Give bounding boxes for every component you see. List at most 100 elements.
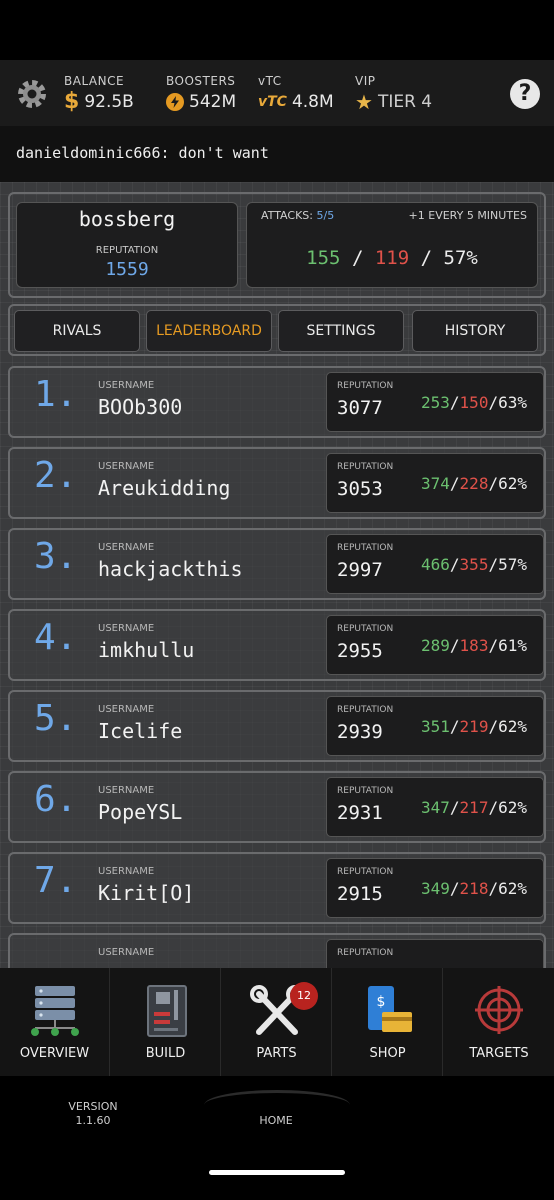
username: imkhullu (98, 638, 195, 662)
nav-build-label: BUILD (145, 1046, 186, 1061)
reputation-box: REPUTATION 2955 289/183/61% (326, 615, 544, 675)
leaderboard-row[interactable]: 7. USERNAME Kirit[O] REPUTATION 2915 349… (8, 852, 546, 924)
ratio: 62% (498, 879, 527, 898)
rank-number: 1. (34, 374, 78, 415)
parts-count-badge: 12 (290, 982, 318, 1010)
attacks-regen: +1 EVERY 5 MINUTES (408, 209, 527, 222)
reputation-label: REPUTATION (337, 867, 394, 877)
rank-number: 5. (34, 698, 78, 739)
nav-shop[interactable]: $ SHOP (333, 968, 443, 1076)
leaderboard-row[interactable]: 6. USERNAME PopeYSL REPUTATION 2931 347/… (8, 771, 546, 843)
losses: 217 (459, 798, 489, 817)
nav-overview[interactable]: OVERVIEW (0, 968, 110, 1076)
reputation-box: REPUTATION 3053 374/228/62% (326, 453, 544, 513)
tab-bar: RIVALS LEADERBOARD SETTINGS HISTORY (8, 304, 546, 356)
nav-parts-label: PARTS (256, 1046, 297, 1061)
username-label: USERNAME (98, 866, 155, 877)
nav-build[interactable]: BUILD (111, 968, 221, 1076)
home-indicator[interactable] (209, 1170, 345, 1175)
balance-stat: BALANCE $ 92.5B (64, 74, 134, 114)
rank-number: 7. (34, 860, 78, 901)
leaderboard-row[interactable]: 1. USERNAME BOOb300 REPUTATION 3077 253/… (8, 366, 546, 438)
crosshair-icon (475, 986, 523, 1034)
shop-icon: $ (368, 986, 412, 1032)
rank-number: 2. (34, 455, 78, 496)
gear-icon[interactable] (14, 76, 50, 112)
ratio: 61% (498, 636, 527, 655)
reputation-label: REPUTATION (337, 624, 394, 634)
reputation-box: REPUTATION 2931 347/217/62% (326, 777, 544, 837)
losses: 150 (459, 393, 489, 412)
leaderboard-row[interactable]: 5. USERNAME Icelife REPUTATION 2939 351/… (8, 690, 546, 762)
leaderboard-row[interactable]: 3. USERNAME hackjackthis REPUTATION 2997… (8, 528, 546, 600)
message-text: danieldominic666: don't want (16, 144, 269, 162)
win-loss-stats: 253/150/63% (421, 393, 527, 412)
leaderboard-row[interactable]: 4. USERNAME imkhullu REPUTATION 2955 289… (8, 609, 546, 681)
username-label: USERNAME (98, 947, 155, 958)
username: Icelife (98, 719, 183, 743)
wins: 351 (421, 717, 450, 736)
reputation-value: 2939 (337, 721, 383, 743)
username-label: USERNAME (98, 542, 155, 553)
wins: 253 (421, 393, 450, 412)
win-loss-stats: 347/217/62% (421, 798, 527, 817)
tab-history[interactable]: HISTORY (412, 310, 538, 352)
leaderboard-row-partial[interactable]: USERNAME REPUTATION (8, 933, 546, 968)
version-label: VERSION (68, 1100, 118, 1113)
username: Kirit[O] (98, 881, 195, 905)
player-losses: 119 (374, 247, 410, 269)
player-card: bossberg REPUTATION 1559 (16, 202, 238, 288)
reputation-value: 2955 (337, 640, 383, 662)
player-ratio: 57% (443, 247, 478, 269)
reputation-box: REPUTATION 2997 466/355/57% (326, 534, 544, 594)
tab-leaderboard[interactable]: LEADERBOARD (146, 310, 272, 352)
ratio: 62% (498, 717, 527, 736)
message-ticker: danieldominic666: don't want (0, 126, 554, 182)
losses: 219 (459, 717, 489, 736)
svg-text:$: $ (377, 994, 386, 1010)
losses: 218 (459, 879, 489, 898)
player-wins: 155 (306, 247, 341, 269)
nav-targets[interactable]: TARGETS (444, 968, 554, 1076)
wins: 349 (421, 879, 450, 898)
reputation-box: REPUTATION 2939 351/219/62% (326, 696, 544, 756)
lightning-icon (166, 93, 184, 111)
balance-label: BALANCE (64, 74, 125, 88)
help-icon[interactable]: ? (510, 79, 540, 109)
vip-stat[interactable]: VIP ★ TIER 4 (355, 74, 432, 112)
vtc-icon: vTC (258, 94, 287, 110)
username: PopeYSL (98, 800, 183, 824)
status-bar: BALANCE $ 92.5B BOOSTERS 542M vTC vTC 4.… (0, 60, 554, 126)
attacks-label: ATTACKS: 5/5 (261, 209, 334, 222)
wins: 289 (421, 636, 450, 655)
tab-settings[interactable]: SETTINGS (278, 310, 404, 352)
attacks-card: ATTACKS: 5/5 +1 EVERY 5 MINUTES 155 / 11… (246, 202, 538, 288)
reputation-value: 2931 (337, 802, 383, 824)
player-reputation-label: REPUTATION (95, 245, 159, 256)
ratio: 57% (498, 555, 527, 574)
win-loss-stats: 351/219/62% (421, 717, 527, 736)
attacks-label-text: ATTACKS: (261, 209, 313, 222)
dollar-icon: $ (64, 89, 80, 114)
reputation-value: 3053 (337, 478, 383, 500)
win-loss-stats: 374/228/62% (421, 474, 527, 493)
losses: 228 (459, 474, 489, 493)
nav-parts[interactable]: 12 PARTS (222, 968, 332, 1076)
username: hackjackthis (98, 557, 243, 581)
vip-label: VIP (355, 74, 376, 88)
ratio: 62% (498, 474, 527, 493)
balance-value: 92.5B (84, 92, 134, 112)
bottom-nav: OVERVIEW BUILD 12 PARTS $ SHOP TARGETS (0, 968, 554, 1076)
nav-shop-label: SHOP (369, 1046, 406, 1061)
star-icon: ★ (355, 90, 373, 114)
attacks-count: 5/5 (316, 209, 335, 222)
home-label[interactable]: HOME (256, 1114, 296, 1127)
player-name: bossberg (78, 207, 176, 231)
win-loss-stats: 466/355/57% (421, 555, 527, 574)
attacks-score: 155 / 119 / 57% (306, 247, 478, 269)
rank-number: 3. (34, 536, 78, 577)
reputation-label: REPUTATION (337, 705, 394, 715)
tab-rivals[interactable]: RIVALS (14, 310, 140, 352)
nav-overview-label: OVERVIEW (19, 1046, 90, 1061)
leaderboard-row[interactable]: 2. USERNAME Areukidding REPUTATION 3053 … (8, 447, 546, 519)
